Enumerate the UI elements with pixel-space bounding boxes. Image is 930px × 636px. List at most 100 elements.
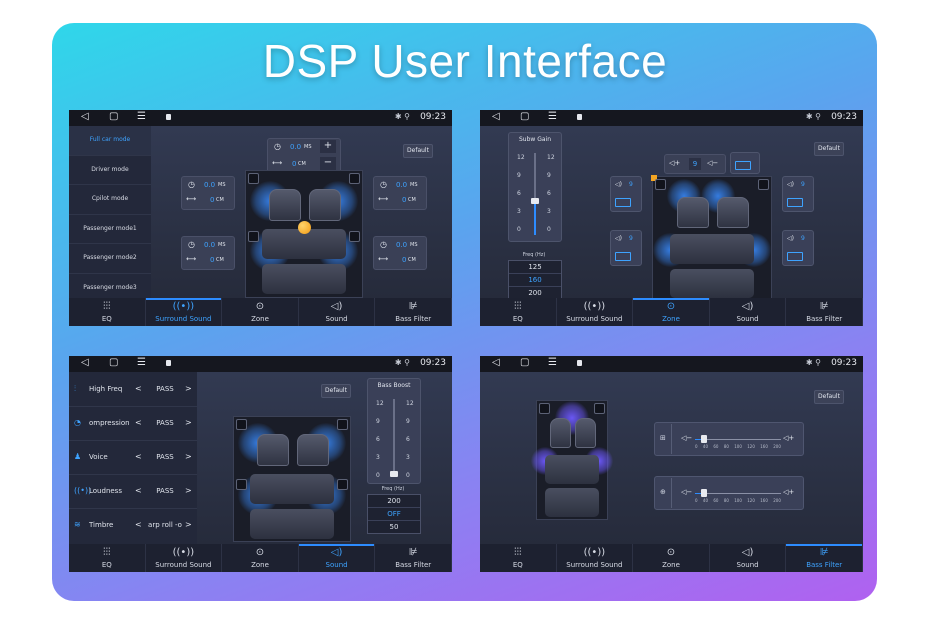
- surround-icon: ((•)): [172, 301, 195, 312]
- rear-row: [262, 264, 346, 295]
- minus-button[interactable]: −: [320, 157, 336, 170]
- tab-sound[interactable]: ◁) Sound: [298, 544, 376, 572]
- subw-gain-label: Subw Gain: [518, 136, 552, 143]
- delay-value: 0.0: [204, 241, 216, 249]
- tab-bass-filter[interactable]: ⊯ Bass Filter: [786, 298, 863, 326]
- back-icon[interactable]: ◁: [492, 111, 500, 122]
- location-icon: ⚲: [815, 112, 821, 121]
- tab-zone[interactable]: ⊙ Zone: [222, 544, 299, 572]
- next-button[interactable]: >: [185, 452, 192, 461]
- boost-knob[interactable]: [390, 471, 398, 477]
- freq-picker[interactable]: 200 OFF 50: [367, 494, 421, 534]
- tab-sound[interactable]: ◁) Sound: [710, 544, 787, 572]
- mode-item[interactable]: Driver mode: [69, 156, 151, 186]
- delay-value: 0.0: [290, 143, 302, 151]
- master-level-control: ◁+ 9 ◁−: [664, 154, 726, 174]
- freq-option[interactable]: 200: [368, 495, 420, 508]
- tab-eq[interactable]: ⫶⫶⫶ EQ: [69, 544, 146, 572]
- freq-picker[interactable]: 125 160 200: [508, 260, 562, 300]
- mode-item[interactable]: Passenger mode2: [69, 244, 151, 274]
- menu-icon[interactable]: ☰: [548, 111, 557, 122]
- tab-zone[interactable]: ⊙ Zone: [633, 544, 710, 572]
- tab-zone[interactable]: ⊙ Zone: [633, 298, 710, 326]
- tab-surround-sound[interactable]: ((•)) Surround Sound: [145, 298, 223, 326]
- delay-control-front-left[interactable]: ◷ 0.0 MS ⟷ 0 CM: [181, 176, 235, 210]
- bass-boost-slider[interactable]: Bass Boost 12 9 6 3 0 12 9 6 3 0: [367, 378, 421, 484]
- home-icon[interactable]: ▢: [109, 357, 118, 368]
- boost-track: [393, 399, 395, 477]
- freq-label: Freq (Hz): [522, 252, 546, 258]
- default-button[interactable]: Default: [403, 144, 433, 158]
- mode-item[interactable]: Passenger mode1: [69, 215, 151, 245]
- equalizer-icon: ⫶⫶⫶: [514, 301, 522, 312]
- next-button[interactable]: >: [185, 418, 192, 427]
- prev-button[interactable]: <: [135, 418, 142, 427]
- back-icon[interactable]: ◁: [81, 357, 89, 368]
- tab-bass-filter[interactable]: ⊯ Bass Filter: [375, 298, 452, 326]
- home-icon[interactable]: ▢: [520, 111, 529, 122]
- back-icon[interactable]: ◁: [492, 357, 500, 368]
- tab-sound[interactable]: ◁) Sound: [299, 298, 376, 326]
- next-button[interactable]: >: [185, 520, 192, 529]
- volume-up-icon[interactable]: ◁+: [783, 434, 794, 442]
- delay-value: 0.0: [396, 241, 408, 249]
- volume-up-icon[interactable]: ◁+: [783, 488, 794, 496]
- volume-down-icon[interactable]: ◁−: [707, 159, 718, 167]
- filter-knob[interactable]: [700, 489, 707, 497]
- tab-surround-sound[interactable]: ((•)) Surround Sound: [146, 544, 223, 572]
- freq-option[interactable]: 160: [509, 274, 561, 287]
- listening-position-handle[interactable]: [298, 221, 311, 234]
- tab-eq[interactable]: ⫶⫶⫶ EQ: [69, 298, 146, 326]
- prev-button[interactable]: <: [135, 486, 142, 495]
- default-button[interactable]: Default: [814, 390, 844, 404]
- next-button[interactable]: >: [185, 384, 192, 393]
- back-icon[interactable]: ◁: [81, 111, 89, 122]
- plus-button[interactable]: +: [320, 140, 336, 153]
- delay-control-front-right[interactable]: ◷ 0.0 MS ⟷ 0 CM: [373, 176, 427, 210]
- tab-surround-sound[interactable]: ((•)) Surround Sound: [557, 544, 634, 572]
- filter-knob[interactable]: [700, 435, 707, 443]
- prev-button[interactable]: <: [135, 452, 142, 461]
- tab-eq[interactable]: ⫶⫶⫶ EQ: [480, 298, 557, 326]
- volume-down-icon[interactable]: ◁−: [681, 488, 692, 496]
- home-icon[interactable]: ▢: [520, 357, 529, 368]
- middle-row: [250, 474, 334, 504]
- speaker-level-front-right[interactable]: ◁) 9: [782, 176, 814, 212]
- tab-sound[interactable]: ◁) Sound: [710, 298, 787, 326]
- boost-ticks-left: 12 9 6 3 0: [376, 400, 384, 479]
- waveform-button[interactable]: [730, 152, 760, 174]
- delay-control-rear-left[interactable]: ◷ 0.0 MS ⟷ 0 CM: [181, 236, 235, 270]
- speaker-level-rear-right[interactable]: ◁) 9: [782, 230, 814, 266]
- tab-bass-filter[interactable]: ⊯ Bass Filter: [786, 544, 863, 572]
- speaker-icon: [248, 231, 259, 242]
- delay-value: 0.0: [204, 181, 216, 189]
- menu-icon[interactable]: ☰: [137, 111, 146, 122]
- volume-down-icon[interactable]: ◁−: [681, 434, 692, 442]
- status-icons: ✱ ⚲: [395, 112, 410, 121]
- tab-eq[interactable]: ⫶⫶⫶ EQ: [480, 544, 557, 572]
- speaker-level-rear-left[interactable]: ◁) 9: [610, 230, 642, 266]
- freq-option[interactable]: 50: [368, 521, 420, 533]
- default-button[interactable]: Default: [814, 142, 844, 156]
- menu-icon[interactable]: ☰: [548, 357, 557, 368]
- prev-button[interactable]: <: [135, 384, 142, 393]
- freq-option[interactable]: OFF: [368, 508, 420, 521]
- home-icon[interactable]: ▢: [109, 111, 118, 122]
- speaker-level-front-left[interactable]: ◁) 9: [610, 176, 642, 212]
- tab-bass-filter[interactable]: ⊯ Bass Filter: [375, 544, 452, 572]
- timer-icon: ◷: [274, 142, 281, 151]
- subw-gain-slider[interactable]: Subw Gain 12 9 6 3 0 12 9 6 3 0: [508, 132, 562, 242]
- gain-knob[interactable]: [531, 197, 539, 204]
- next-button[interactable]: >: [185, 486, 192, 495]
- default-button[interactable]: Default: [321, 384, 351, 398]
- freq-option[interactable]: 125: [509, 261, 561, 274]
- tab-surround-sound[interactable]: ((•)) Surround Sound: [557, 298, 634, 326]
- mode-item[interactable]: Cpilot mode: [69, 185, 151, 215]
- volume-up-icon[interactable]: ◁+: [669, 159, 680, 167]
- delay-control-rear-right[interactable]: ◷ 0.0 MS ⟷ 0 CM: [373, 236, 427, 270]
- menu-icon[interactable]: ☰: [137, 357, 146, 368]
- prev-button[interactable]: <: [135, 520, 142, 529]
- tab-zone[interactable]: ⊙ Zone: [222, 298, 299, 326]
- mode-item[interactable]: Full car mode: [69, 126, 151, 156]
- equalizer-icon: ⫶⫶⫶: [103, 547, 111, 558]
